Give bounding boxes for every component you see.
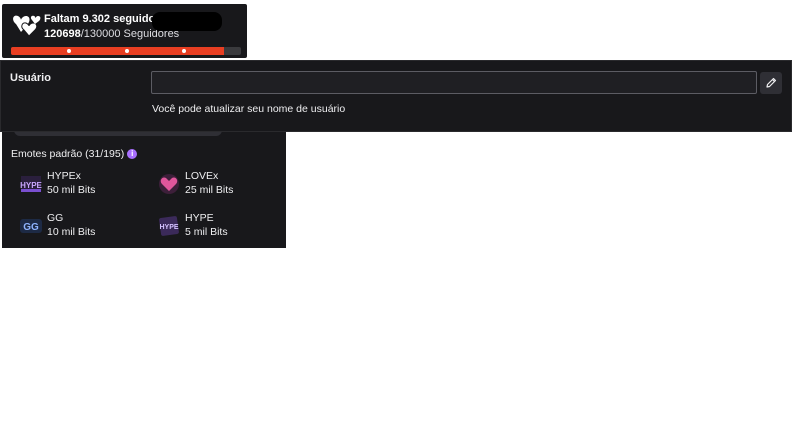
- svg-text:HYPE: HYPE: [20, 181, 42, 190]
- goal-milestone-dot: [182, 49, 186, 53]
- username-settings-panel: Usuário Você pode atualizar seu nome de …: [0, 60, 792, 132]
- goal-progress-fill: [11, 47, 225, 55]
- emote-cost: 50 mil Bits: [47, 184, 96, 196]
- edit-username-button[interactable]: [760, 72, 782, 94]
- emote-name: GG: [47, 212, 64, 224]
- emote-item[interactable]: GG GG 10 mil Bits: [19, 212, 139, 242]
- emote-item[interactable]: LOVEx 25 mil Bits: [157, 170, 277, 200]
- goal-current: 120698: [44, 28, 81, 40]
- goal-milestone-dot: [67, 49, 71, 53]
- emote-name: LOVEx: [185, 170, 219, 182]
- hypex-emote-icon: HYPE: [20, 176, 43, 192]
- emote-name: HYPEx: [47, 170, 81, 182]
- emotes-header-label: Emotes padrão (31/195): [11, 148, 125, 160]
- emote-name: HYPE: [185, 212, 214, 224]
- username-input[interactable]: [151, 71, 757, 94]
- emote-cost: 5 mil Bits: [185, 226, 228, 238]
- emote-item[interactable]: HYPE HYPE 5 mil Bits: [157, 212, 277, 242]
- emote-cost: 10 mil Bits: [47, 226, 96, 238]
- svg-text:HYPE: HYPE: [159, 224, 178, 231]
- hype-emote-icon: HYPE: [159, 216, 179, 236]
- info-icon[interactable]: i: [127, 149, 138, 160]
- goal-milestone-dot: [125, 49, 129, 53]
- redacted-username: [152, 12, 222, 31]
- emotes-header: Emotes padrão (31/195) i: [11, 148, 138, 160]
- lovex-emote-icon: [159, 174, 179, 194]
- gg-emote-icon: GG: [20, 219, 42, 233]
- emote-item[interactable]: HYPE HYPEx 50 mil Bits: [19, 170, 139, 200]
- hearts-icon: [13, 15, 41, 37]
- goal-progress-bar: [11, 47, 241, 55]
- pencil-icon: [766, 77, 777, 88]
- bits-emotes-panel: Emotes padrão (31/195) i HYPE HYPEx 50 mi…: [2, 126, 286, 248]
- username-label: Usuário: [10, 72, 51, 84]
- username-hint: Você pode atualizar seu nome de usuário: [152, 103, 346, 115]
- svg-text:GG: GG: [23, 222, 39, 233]
- emote-cost: 25 mil Bits: [185, 184, 234, 196]
